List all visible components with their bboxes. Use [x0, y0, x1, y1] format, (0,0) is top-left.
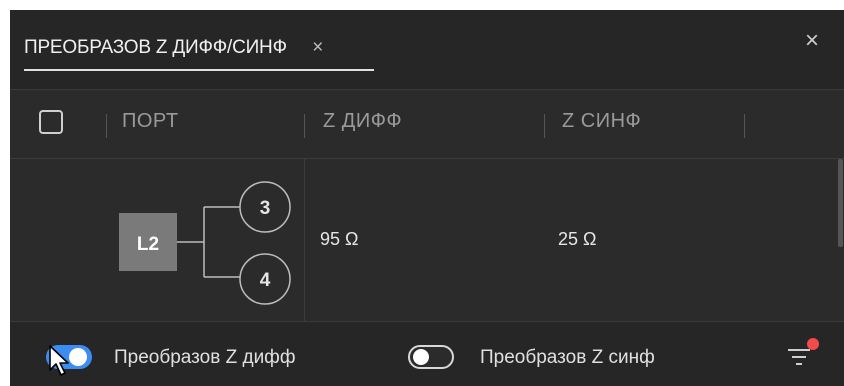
- active-tab-indicator: [24, 69, 374, 71]
- column-divider: [544, 114, 545, 138]
- mouse-cursor-icon: [49, 345, 69, 376]
- vertical-scrollbar[interactable]: [838, 159, 843, 247]
- sub-port-label: 3: [260, 198, 271, 219]
- column-divider: [106, 114, 107, 138]
- tab-diff-cm-conversion[interactable]: ПРЕОБРАЗОВ Z ДИФФ/СИНФ ×: [24, 26, 327, 70]
- z-cm-value[interactable]: 25 Ω: [558, 229, 596, 250]
- filter-icon[interactable]: [782, 336, 822, 372]
- column-header-z-cm: Z СИНФ: [562, 110, 642, 132]
- column-header-z-diff: Z ДИФФ: [323, 110, 403, 132]
- table-header: ПОРТ Z ДИФФ Z СИНФ: [10, 90, 844, 159]
- notification-dot: [807, 338, 819, 350]
- table-row[interactable]: L2 3 4 95 Ω 25 Ω: [10, 159, 844, 321]
- port-diagram: L2 3 4: [119, 181, 291, 305]
- column-divider: [744, 114, 745, 138]
- panel-close-icon[interactable]: ×: [798, 26, 826, 56]
- column-header-port: ПОРТ: [122, 110, 179, 132]
- conversion-panel: ПРЕОБРАЗОВ Z ДИФФ/СИНФ × × ПОРТ Z ДИФФ Z…: [10, 10, 844, 386]
- footer-bar: Преобразов Z дифф Преобразов Z синф: [10, 321, 844, 386]
- tab-label: ПРЕОБРАЗОВ Z ДИФФ/СИНФ: [24, 37, 287, 58]
- cm-conversion-toggle[interactable]: [408, 345, 454, 369]
- port-label: L2: [137, 234, 159, 255]
- tab-bar: ПРЕОБРАЗОВ Z ДИФФ/СИНФ × ×: [10, 10, 844, 90]
- diff-conversion-label: Преобразов Z дифф: [114, 347, 296, 368]
- sub-port-label: 4: [260, 270, 271, 291]
- toggle-knob: [413, 349, 429, 365]
- cm-conversion-label: Преобразов Z синф: [480, 347, 655, 368]
- column-divider: [304, 159, 305, 321]
- column-divider: [304, 114, 305, 138]
- tab-close-icon[interactable]: ×: [309, 37, 327, 59]
- select-all-checkbox[interactable]: [39, 110, 63, 134]
- z-diff-value[interactable]: 95 Ω: [320, 229, 358, 250]
